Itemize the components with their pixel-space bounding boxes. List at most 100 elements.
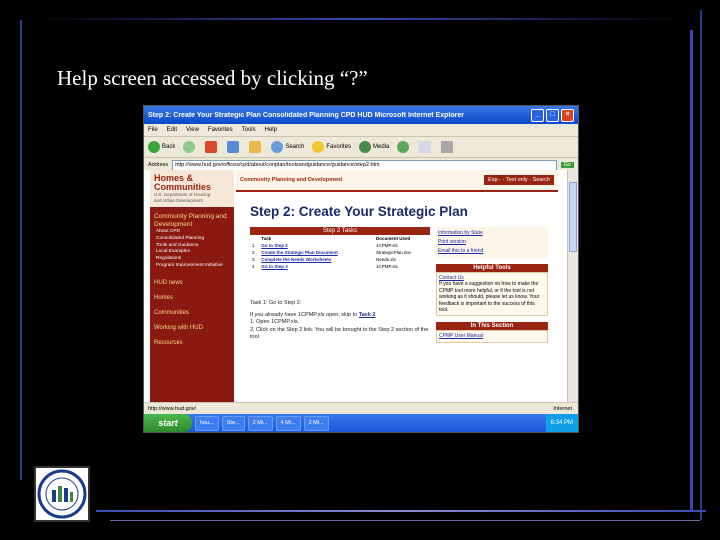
- menu-bar: File Edit View Favorites Tools Help: [144, 124, 578, 137]
- in-section-header: In This Section: [436, 322, 548, 331]
- sidebar-item-regulations[interactable]: Regulations: [156, 256, 234, 263]
- table-row: 1 Go to Step 2 1CPMP.xls: [252, 242, 398, 249]
- address-input[interactable]: http://www.hud.gov/offices/cpd/about/con…: [172, 159, 557, 171]
- maximize-button[interactable]: □: [546, 108, 559, 122]
- close-button[interactable]: ×: [561, 108, 574, 122]
- decor-line-bottom: [96, 510, 706, 512]
- sidebar-section-title[interactable]: Community Planning and Development: [150, 207, 234, 229]
- instructions-title: Task 1: Go to Step 2:: [250, 300, 302, 306]
- menu-help[interactable]: Help: [265, 127, 277, 133]
- go-button[interactable]: Go: [560, 162, 574, 168]
- history-icon: [397, 141, 410, 153]
- table-row: 2 Create the Strategic Plan Document Str…: [252, 249, 412, 256]
- toolbar: Back Search Favorites Media: [144, 137, 578, 158]
- sidebar-nav: HUD news Homes Communities Working with …: [150, 270, 234, 351]
- sidebar-item-news[interactable]: HUD news: [154, 276, 230, 291]
- taskbar-item[interactable]: Ste...: [221, 415, 245, 431]
- minimize-button[interactable]: _: [531, 108, 544, 122]
- taskbar-item[interactable]: 2 Mi...: [303, 415, 329, 431]
- browser-window: Step 2: Create Your Strategic Plan Conso…: [144, 106, 578, 432]
- task2-link[interactable]: Task 2: [359, 312, 376, 318]
- decor-line-top: [30, 18, 690, 20]
- right-column: Information by State Print version Email…: [436, 227, 548, 343]
- scroll-thumb[interactable]: [569, 182, 577, 252]
- sidebar-item-homes[interactable]: Homes: [154, 291, 230, 306]
- forward-button[interactable]: [183, 141, 197, 153]
- stop-button[interactable]: [205, 141, 219, 153]
- print-icon: [441, 141, 454, 153]
- sidebar-item-consolidated[interactable]: Consolidated Planning: [156, 236, 234, 243]
- back-button[interactable]: Back: [148, 141, 175, 153]
- stop-icon: [205, 141, 218, 153]
- task-link[interactable]: Go to Step 2: [259, 242, 374, 249]
- taskbar-item[interactable]: 4 Mi...: [275, 415, 301, 431]
- main-area: Community Planning and Development Esp··…: [236, 170, 558, 402]
- email-friend-link[interactable]: Email this to a friend: [438, 247, 546, 256]
- favorites-button[interactable]: Favorites: [312, 141, 351, 153]
- search-icon: [271, 141, 284, 153]
- seal-icon: [37, 469, 87, 519]
- helpful-tools-header: Helpful Tools: [436, 264, 548, 272]
- system-tray-clock: 6:34 PM: [545, 414, 578, 432]
- home-icon: [249, 141, 262, 153]
- decor-line-bottom-2: [110, 520, 700, 521]
- vertical-scrollbar[interactable]: [567, 170, 578, 402]
- sidebar-item-about[interactable]: About CPD: [156, 229, 234, 236]
- decor-line-right: [690, 30, 693, 510]
- mail-button[interactable]: [419, 141, 433, 153]
- search-button[interactable]: Search: [271, 141, 304, 153]
- user-manual-link[interactable]: CPMP User Manual: [439, 333, 545, 339]
- address-label: Address: [148, 162, 169, 168]
- status-text: http://www.hud.gov/: [148, 405, 196, 412]
- media-button[interactable]: Media: [359, 141, 389, 153]
- task-instructions: Task 1: Go to Step 2: If you already hav…: [250, 300, 429, 340]
- task-link[interactable]: Create the Strategic Plan Document: [259, 249, 374, 256]
- sidebar-item-working[interactable]: Working with HUD: [154, 321, 230, 336]
- menu-file[interactable]: File: [148, 127, 158, 133]
- task-link[interactable]: Complete the Needs Worksheets: [259, 256, 374, 263]
- taskbar-item[interactable]: 2 Mi...: [247, 415, 273, 431]
- print-version-link[interactable]: Print version: [438, 238, 546, 247]
- refresh-icon: [227, 141, 240, 153]
- task-link[interactable]: Go to Step 3: [259, 263, 374, 270]
- tasks-header: Step 2 Tasks: [250, 227, 430, 235]
- menu-edit[interactable]: Edit: [167, 127, 177, 133]
- info-state-link[interactable]: Information by State: [438, 229, 546, 238]
- page-tools: Information by State Print version Email…: [436, 227, 548, 258]
- sidebar-item-communities[interactable]: Communities: [154, 306, 230, 321]
- site-header: Community Planning and Development Esp··…: [236, 170, 558, 192]
- menu-tools[interactable]: Tools: [242, 127, 256, 133]
- site-sidebar: Homes & Communities U.S. Department of H…: [150, 170, 234, 402]
- home-button[interactable]: [249, 141, 263, 153]
- mail-icon: [419, 141, 432, 153]
- sidebar-subnav: About CPD Consolidated Planning Tools an…: [150, 229, 234, 270]
- decor-line-right-2: [700, 10, 702, 520]
- menu-view[interactable]: View: [186, 127, 199, 133]
- menu-favorites[interactable]: Favorites: [208, 127, 233, 133]
- sidebar-item-resources[interactable]: Resources: [154, 336, 230, 351]
- window-titlebar: Step 2: Create Your Strategic Plan Conso…: [144, 106, 578, 124]
- tasks-table: Step 2 Tasks Task Document Used 1 Go to …: [250, 227, 430, 270]
- section-box: CPMP User Manual: [436, 330, 548, 343]
- site-logo[interactable]: Homes & Communities U.S. Department of H…: [150, 170, 234, 207]
- contact-box: Contact Us If you have a suggestion on h…: [436, 272, 548, 317]
- top-links[interactable]: Esp·· · Text only · Search: [484, 175, 554, 185]
- media-icon: [359, 141, 372, 153]
- col-task: Task: [261, 236, 272, 241]
- table-row: 3 Complete the Needs Worksheets Needs.xl…: [252, 256, 396, 263]
- decor-line-left: [20, 20, 22, 480]
- refresh-button[interactable]: [227, 141, 241, 153]
- cpd-header: Community Planning and Development: [240, 177, 343, 183]
- forward-icon: [183, 141, 196, 153]
- print-button[interactable]: [441, 141, 455, 153]
- back-icon: [148, 141, 160, 153]
- taskbar-item[interactable]: hou...: [195, 415, 219, 431]
- slide-title: Help screen accessed by clicking “?”: [57, 66, 368, 90]
- start-button[interactable]: start: [144, 414, 192, 432]
- windows-taskbar: start hou... Ste... 2 Mi... 4 Mi... 2 Mi…: [144, 414, 578, 432]
- star-icon: [312, 141, 325, 153]
- history-button[interactable]: [397, 141, 411, 153]
- hud-seal-logo: [34, 466, 90, 522]
- status-bar: http://www.hud.gov/ Internet: [144, 402, 578, 414]
- sidebar-item-initiative[interactable]: Program Improvement Initiative: [156, 263, 234, 270]
